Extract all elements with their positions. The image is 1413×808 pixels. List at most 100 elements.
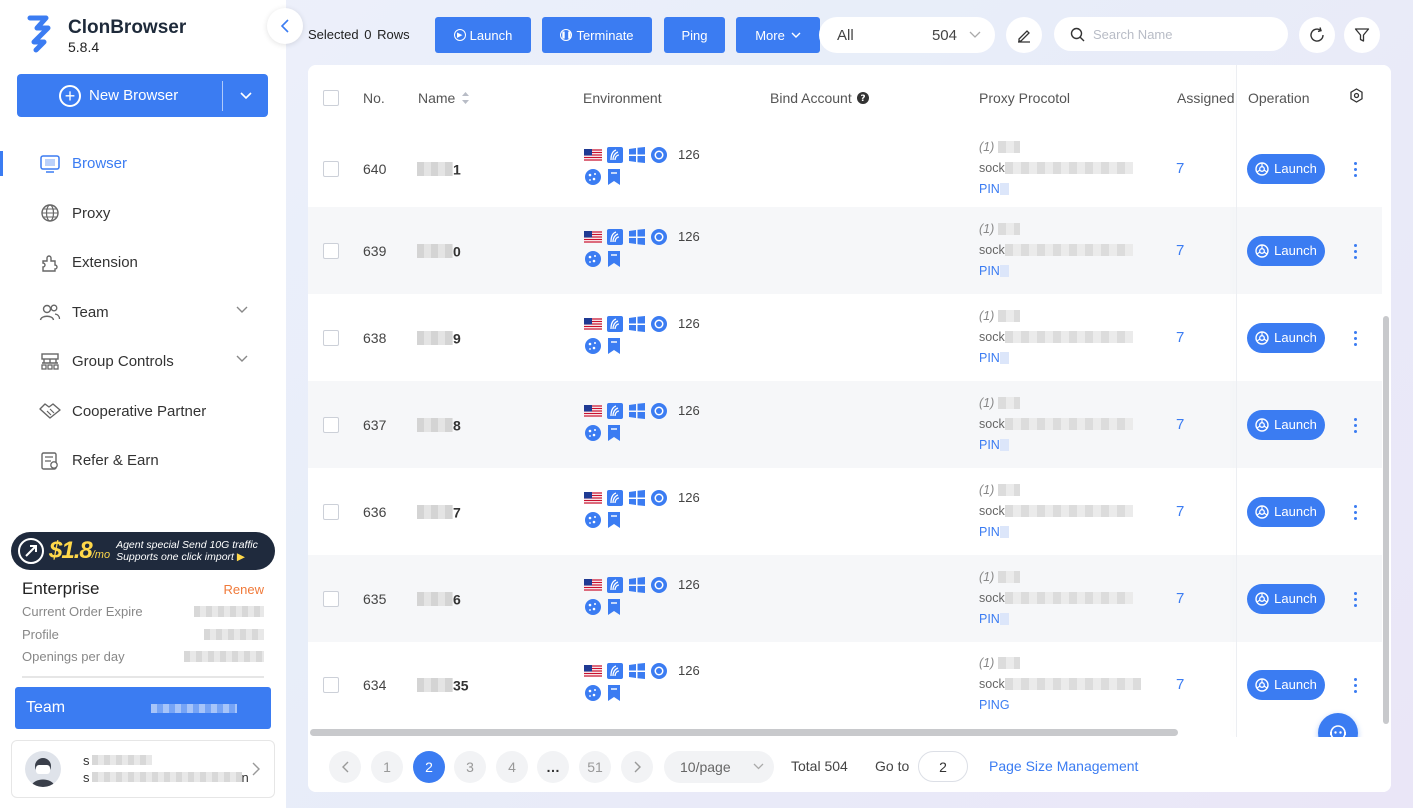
next-page-button[interactable] — [621, 751, 653, 783]
more-button[interactable]: More — [736, 17, 820, 53]
page-4-button[interactable]: 4 — [496, 751, 528, 783]
help-icon[interactable]: ? — [856, 92, 869, 104]
sidebar-item-label: Cooperative Partner — [72, 402, 207, 420]
filter-button[interactable] — [1344, 17, 1380, 53]
redacted-name — [417, 161, 453, 176]
ping-status[interactable]: PIN — [979, 612, 1000, 626]
row-assigned-count[interactable]: 7 — [1176, 242, 1184, 259]
row-more-menu-button[interactable] — [1352, 243, 1358, 259]
ping-status[interactable]: PIN — [979, 438, 1000, 452]
edit-button[interactable] — [1006, 17, 1042, 53]
row-checkbox[interactable] — [323, 242, 339, 259]
new-browser-dropdown[interactable] — [223, 91, 268, 100]
refresh-button[interactable] — [1299, 17, 1335, 53]
launch-button[interactable]: Launch — [1247, 153, 1325, 184]
page-3-button[interactable]: 3 — [454, 751, 486, 783]
select-all-checkbox[interactable] — [323, 90, 339, 106]
sidebar-item-refer-earn[interactable]: Refer & Earn — [0, 436, 286, 486]
row-assigned-count[interactable]: 7 — [1176, 676, 1184, 693]
row-name[interactable]: 8 — [417, 416, 461, 433]
row-name[interactable]: 6 — [417, 590, 461, 607]
table-row[interactable]: 638 9 126 (1) sock PIN 7 Launch — [308, 294, 1382, 381]
row-name[interactable]: 7 — [417, 503, 461, 520]
table-row[interactable]: 634 35 126 (1) sock PING 7 Launch — [308, 642, 1382, 727]
table-row[interactable]: 636 7 126 (1) sock PIN 7 Launch — [308, 468, 1382, 555]
row-more-menu-button[interactable] — [1352, 330, 1358, 346]
sidebar-item-group-controls[interactable]: Group Controls — [0, 337, 286, 387]
row-checkbox[interactable] — [323, 160, 339, 177]
launch-selected-button[interactable]: ▶ Launch — [435, 17, 531, 53]
page-2-button[interactable]: 2 — [413, 751, 445, 783]
search-box[interactable] — [1054, 17, 1288, 51]
ping-status[interactable]: PING — [979, 698, 1010, 712]
row-name[interactable]: 0 — [417, 242, 461, 259]
launch-button[interactable]: Launch — [1247, 583, 1325, 614]
column-settings-button[interactable] — [1349, 88, 1364, 103]
horizontal-scrollbar[interactable] — [308, 727, 1391, 737]
search-input[interactable] — [1093, 26, 1273, 42]
ping-status[interactable]: PIN — [979, 264, 1000, 278]
ping-status[interactable]: PIN — [979, 525, 1000, 539]
row-assigned-count[interactable]: 7 — [1176, 416, 1184, 433]
collapse-sidebar-button[interactable] — [267, 8, 303, 44]
renew-link[interactable]: Renew — [224, 582, 264, 597]
ping-status[interactable]: PIN — [979, 182, 1000, 196]
table-row[interactable]: 635 6 126 (1) sock PIN 7 Launch — [308, 555, 1382, 642]
terminate-button[interactable]: ❚❚ Terminate — [542, 17, 652, 53]
table-row[interactable]: 640 1 126 (1) sock PIN 7 Launch — [308, 130, 1382, 207]
row-assigned-count[interactable]: 7 — [1176, 329, 1184, 346]
bookmark-icon — [608, 598, 620, 615]
page-ellipsis-button[interactable]: … — [537, 751, 569, 783]
promo-banner[interactable]: $1.8 /mo Agent special Send 10G traffic … — [11, 532, 275, 570]
launch-button[interactable]: Launch — [1247, 409, 1325, 440]
row-more-menu-button[interactable] — [1352, 161, 1358, 177]
sidebar-item-proxy[interactable]: Proxy — [0, 189, 286, 239]
group-filter-select[interactable]: All 504 — [819, 17, 995, 53]
ping-button[interactable]: Ping — [664, 17, 725, 53]
sidebar-item-extension[interactable]: Extension — [0, 238, 286, 288]
column-header-name[interactable]: Name — [418, 90, 470, 106]
goto-page-input[interactable]: 2 — [918, 751, 968, 782]
row-checkbox[interactable] — [323, 416, 339, 433]
launch-button[interactable]: Launch — [1247, 669, 1325, 700]
row-checkbox[interactable] — [323, 676, 339, 693]
row-checkbox[interactable] — [323, 590, 339, 607]
windows-icon — [629, 402, 645, 419]
launch-button[interactable]: Launch — [1247, 322, 1325, 353]
row-assigned-count[interactable]: 7 — [1176, 160, 1184, 177]
row-more-menu-button[interactable] — [1352, 677, 1358, 693]
bookmark-icon — [608, 168, 620, 185]
page-51-button[interactable]: 51 — [579, 751, 611, 783]
row-more-menu-button[interactable] — [1352, 504, 1358, 520]
chrome-icon — [1255, 330, 1269, 345]
row-more-menu-button[interactable] — [1352, 591, 1358, 607]
row-more-menu-button[interactable] — [1352, 417, 1358, 433]
browser-version: 126 — [678, 403, 700, 418]
sidebar-item-cooperative-partner[interactable]: Cooperative Partner — [0, 387, 286, 437]
team-switch-button[interactable]: Team — [15, 687, 271, 729]
row-name[interactable]: 1 — [417, 160, 461, 177]
launch-button[interactable]: Launch — [1247, 496, 1325, 527]
row-checkbox[interactable] — [323, 329, 339, 346]
table-row[interactable]: 637 8 126 (1) sock PIN 7 Launch — [308, 381, 1382, 468]
row-assigned-count[interactable]: 7 — [1176, 503, 1184, 520]
row-assigned-count[interactable]: 7 — [1176, 590, 1184, 607]
row-checkbox[interactable] — [323, 503, 339, 520]
launch-button[interactable]: Launch — [1247, 235, 1325, 266]
row-name[interactable]: 9 — [417, 329, 461, 346]
sidebar-item-browser[interactable]: Browser — [0, 139, 286, 189]
windows-icon — [629, 228, 645, 245]
new-browser-button[interactable]: + New Browser — [17, 74, 268, 117]
row-number: 639 — [363, 242, 387, 259]
row-name[interactable]: 35 — [417, 676, 469, 693]
sidebar-item-team[interactable]: Team — [0, 288, 286, 338]
page-size-management-link[interactable]: Page Size Management — [989, 758, 1138, 774]
page-1-button[interactable]: 1 — [371, 751, 403, 783]
selection-summary: Selected 0 Rows — [308, 27, 410, 42]
prev-page-button[interactable] — [329, 751, 361, 783]
vertical-scrollbar[interactable] — [1381, 130, 1391, 727]
page-size-select[interactable]: 10/page — [664, 751, 774, 783]
table-row[interactable]: 639 0 126 (1) sock PIN 7 Launch — [308, 207, 1382, 294]
ping-status[interactable]: PIN — [979, 351, 1000, 365]
user-card[interactable]: s sn — [11, 740, 275, 798]
